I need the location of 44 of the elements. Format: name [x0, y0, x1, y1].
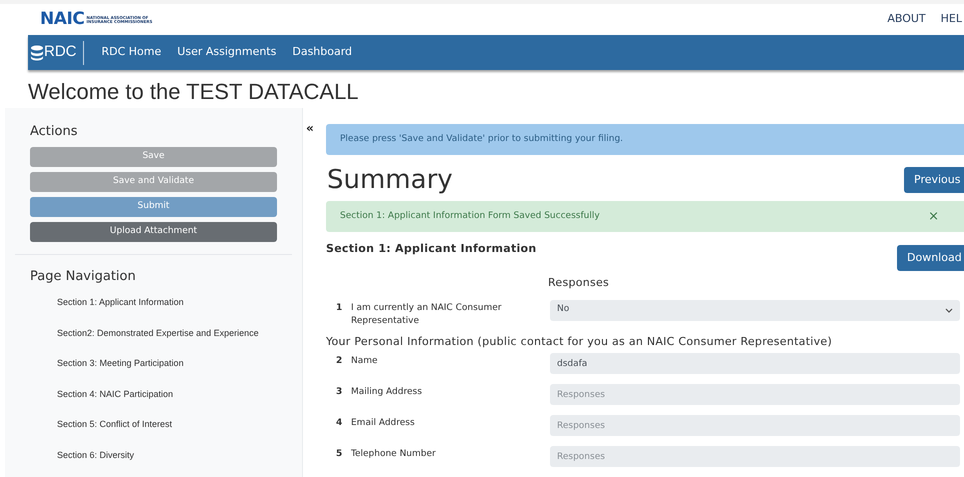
nav-item[interactable]: Section 1: Applicant Information [57, 296, 184, 310]
nav-link[interactable]: RDC Home [102, 44, 162, 61]
page-title: Welcome to the TEST DATACALL [28, 79, 360, 105]
question-number: 2 [336, 355, 344, 368]
rdc-logo[interactable]: RDC [28, 40, 84, 64]
close-button[interactable]: × [928, 210, 939, 223]
download-button[interactable]: Download [897, 245, 964, 271]
previous-button[interactable]: Previous [904, 167, 964, 193]
question-label: I am currently an NAIC Consumer Representative [351, 302, 502, 328]
collapse-toggle[interactable]: « [306, 121, 314, 135]
header-link[interactable]: HEL [940, 11, 962, 28]
group-heading: Your Personal Information (public contact for you as an NAIC Consumer Representative) [326, 334, 834, 350]
nav-item[interactable]: Section2: Demonstrated Expertise and Experience [57, 326, 259, 340]
action-button[interactable]: Upload Attachment [30, 222, 277, 242]
success-message: Section 1: Applicant Information Form Saved Successfully [340, 210, 600, 223]
question-number: 1 [336, 302, 344, 314]
question-label: Name [351, 355, 379, 368]
nav-item[interactable]: Section 6: Diversity [57, 448, 134, 462]
response-field[interactable]: Responses [550, 446, 960, 467]
nav-link[interactable]: Dashboard [292, 44, 352, 61]
response-field[interactable]: Responses [550, 384, 960, 405]
response-field[interactable]: Responses [550, 415, 960, 436]
question-number: 5 [336, 448, 344, 461]
logo-text: NAIC [40, 11, 84, 28]
response-field[interactable]: dsdafa [550, 353, 960, 374]
nav-item[interactable]: Section 4: NAIC Participation [57, 388, 174, 401]
nav-item[interactable]: Section 5: Conflict of Interest [57, 418, 172, 432]
column-heading: Responses [548, 275, 610, 291]
question-number: 3 [336, 386, 344, 399]
question-label: Mailing Address [351, 386, 423, 399]
nav-item[interactable]: Section 3: Meeting Participation [57, 357, 184, 370]
header-link[interactable]: ABOUT [887, 11, 926, 28]
section-heading: Page Navigation [30, 268, 137, 286]
page-heading: Summary [326, 164, 453, 196]
chevron-down-icon [945, 308, 953, 312]
database-icon [30, 44, 44, 60]
question-label: Telephone Number [351, 448, 437, 461]
question-number: 4 [336, 417, 344, 430]
question-label: Email Address [351, 417, 416, 430]
nav-link[interactable]: User Assignments [177, 44, 276, 61]
info-alert: Please press 'Save and Validate' prior to submitting your filing. [326, 124, 964, 155]
section-title: Section 1: Applicant Information [326, 241, 536, 257]
section-heading: Actions [30, 123, 78, 141]
response-select[interactable]: No [550, 300, 960, 320]
